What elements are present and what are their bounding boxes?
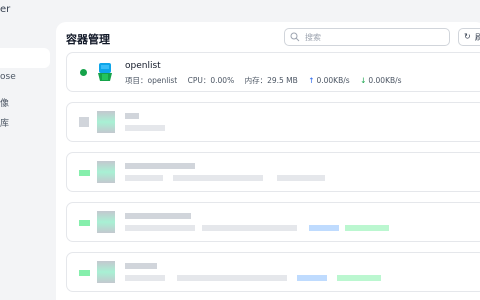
- container-card-blurred[interactable]: [66, 152, 480, 192]
- blurred-meta: [125, 175, 163, 181]
- app-window: er ose 像 库 容器管理 搜索 ↻ 刷 openlist 项目：openl…: [0, 0, 480, 300]
- upload-arrow-icon: ↑: [308, 76, 315, 85]
- container-card-openlist[interactable]: openlist 项目：openlist CPU：0.00% 内存：29.5 M…: [66, 52, 480, 92]
- project-label: 项目：: [125, 76, 148, 85]
- blurred-name: [125, 263, 157, 269]
- mem-info: 内存：29.5 MB: [245, 76, 298, 85]
- container-meta: 项目：openlist CPU：0.00% 内存：29.5 MB ↑ 0.00KB…: [125, 75, 410, 86]
- blurred-name: [125, 213, 191, 219]
- status-icon: [79, 117, 89, 127]
- blurred-name: [125, 163, 195, 169]
- search-input[interactable]: 搜索: [284, 28, 450, 46]
- search-icon: [290, 32, 300, 42]
- sidebar: er ose 像 库: [0, 0, 56, 300]
- sidebar-item-repository[interactable]: 库: [0, 116, 9, 129]
- sidebar-item-images[interactable]: 像: [0, 96, 9, 109]
- blurred-meta: [345, 225, 389, 231]
- container-card-blurred[interactable]: [66, 102, 480, 142]
- search-placeholder: 搜索: [305, 33, 321, 42]
- container-card-blurred[interactable]: [66, 252, 480, 292]
- refresh-icon: ↻: [464, 32, 471, 41]
- container-card-blurred[interactable]: [66, 202, 480, 242]
- blurred-meta: [177, 275, 287, 281]
- container-name: openlist: [125, 61, 161, 71]
- blurred-name: [125, 113, 139, 119]
- container-logo-icon: [97, 261, 115, 283]
- upload-rate: ↑ 0.00KB/s: [308, 76, 350, 85]
- container-logo-icon: [97, 161, 115, 183]
- main-panel: 容器管理 搜索 ↻ 刷 openlist 项目：openlist CPU：0.0…: [56, 22, 480, 300]
- app-title: er: [0, 4, 11, 15]
- download-value: 0.00KB/s: [368, 76, 402, 85]
- status-icon: [79, 170, 90, 176]
- blurred-meta: [202, 225, 297, 231]
- download-arrow-icon: ↓: [360, 76, 367, 85]
- refresh-label: 刷: [475, 33, 480, 42]
- cpu-label: CPU：: [187, 76, 211, 85]
- sidebar-item-containers[interactable]: [0, 48, 50, 68]
- blurred-meta: [309, 225, 339, 231]
- download-rate: ↓ 0.00KB/s: [360, 76, 402, 85]
- blurred-meta: [125, 225, 195, 231]
- status-icon: [79, 270, 90, 276]
- project-info: 项目：openlist: [125, 76, 177, 85]
- blurred-meta: [173, 175, 263, 181]
- blurred-meta: [277, 175, 325, 181]
- cpu-value: 0.00%: [210, 76, 235, 85]
- blurred-meta: [125, 275, 165, 281]
- upload-value: 0.00KB/s: [316, 76, 350, 85]
- refresh-button[interactable]: ↻ 刷: [458, 28, 480, 46]
- sidebar-item-compose[interactable]: ose: [0, 72, 16, 82]
- mem-value: 29.5 MB: [267, 76, 298, 85]
- container-logo-icon: [97, 211, 115, 233]
- container-logo-icon: [97, 111, 115, 133]
- blurred-meta: [125, 125, 165, 131]
- project-value: openlist: [147, 76, 178, 85]
- blurred-meta: [297, 275, 327, 281]
- mem-label: 内存：: [244, 76, 268, 85]
- container-logo-icon: [98, 63, 112, 81]
- status-icon: [79, 220, 90, 226]
- status-running-icon: [80, 69, 87, 76]
- page-title: 容器管理: [66, 33, 110, 46]
- blurred-meta: [337, 275, 381, 281]
- cpu-info: CPU：0.00%: [188, 76, 235, 85]
